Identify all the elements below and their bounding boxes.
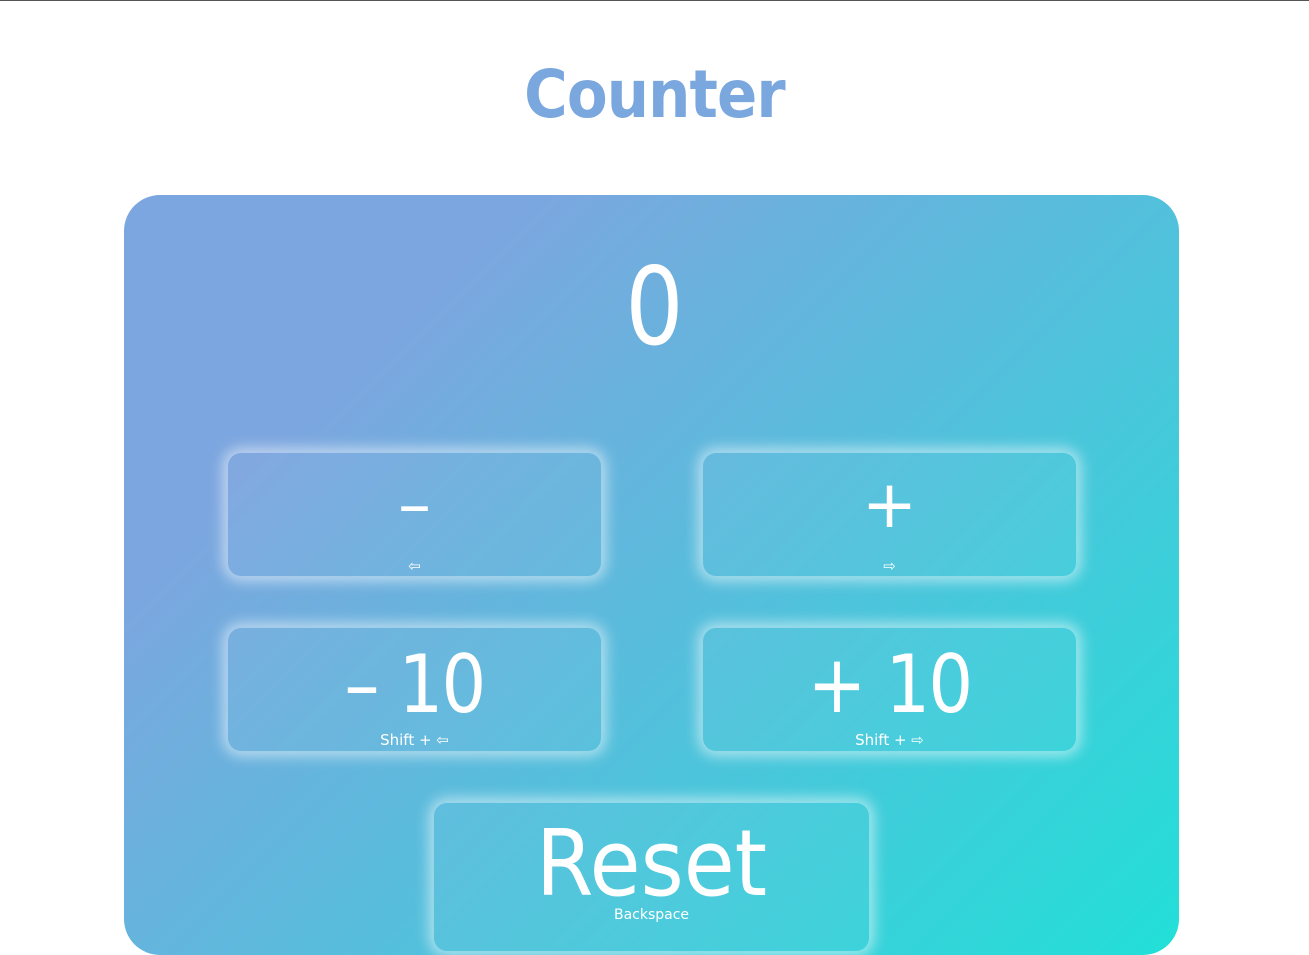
decrement-button[interactable]: – ⇦ [227,452,602,577]
reset-button[interactable]: Reset Backspace [433,802,870,952]
top-border [0,0,1309,1]
count-display: 0 [625,245,684,370]
decrement-10-label: – 10 [344,638,486,731]
page-title: Counter [524,56,786,133]
shift-right-shortcut-hint: Shift + ⇨ [855,731,924,749]
right-arrow-icon: ⇨ [883,557,896,575]
increment-button[interactable]: + ⇨ [702,452,1077,577]
reset-label: Reset [535,810,768,917]
decrement-label: – [398,466,431,543]
decrement-10-button[interactable]: – 10 Shift + ⇦ [227,627,602,752]
increment-10-label: + 10 [807,638,974,731]
shift-left-shortcut-hint: Shift + ⇦ [380,731,449,749]
increment-10-button[interactable]: + 10 Shift + ⇨ [702,627,1077,752]
left-arrow-icon: ⇦ [408,557,421,575]
increment-label: + [861,466,918,543]
backspace-shortcut-hint: Backspace [613,907,690,923]
